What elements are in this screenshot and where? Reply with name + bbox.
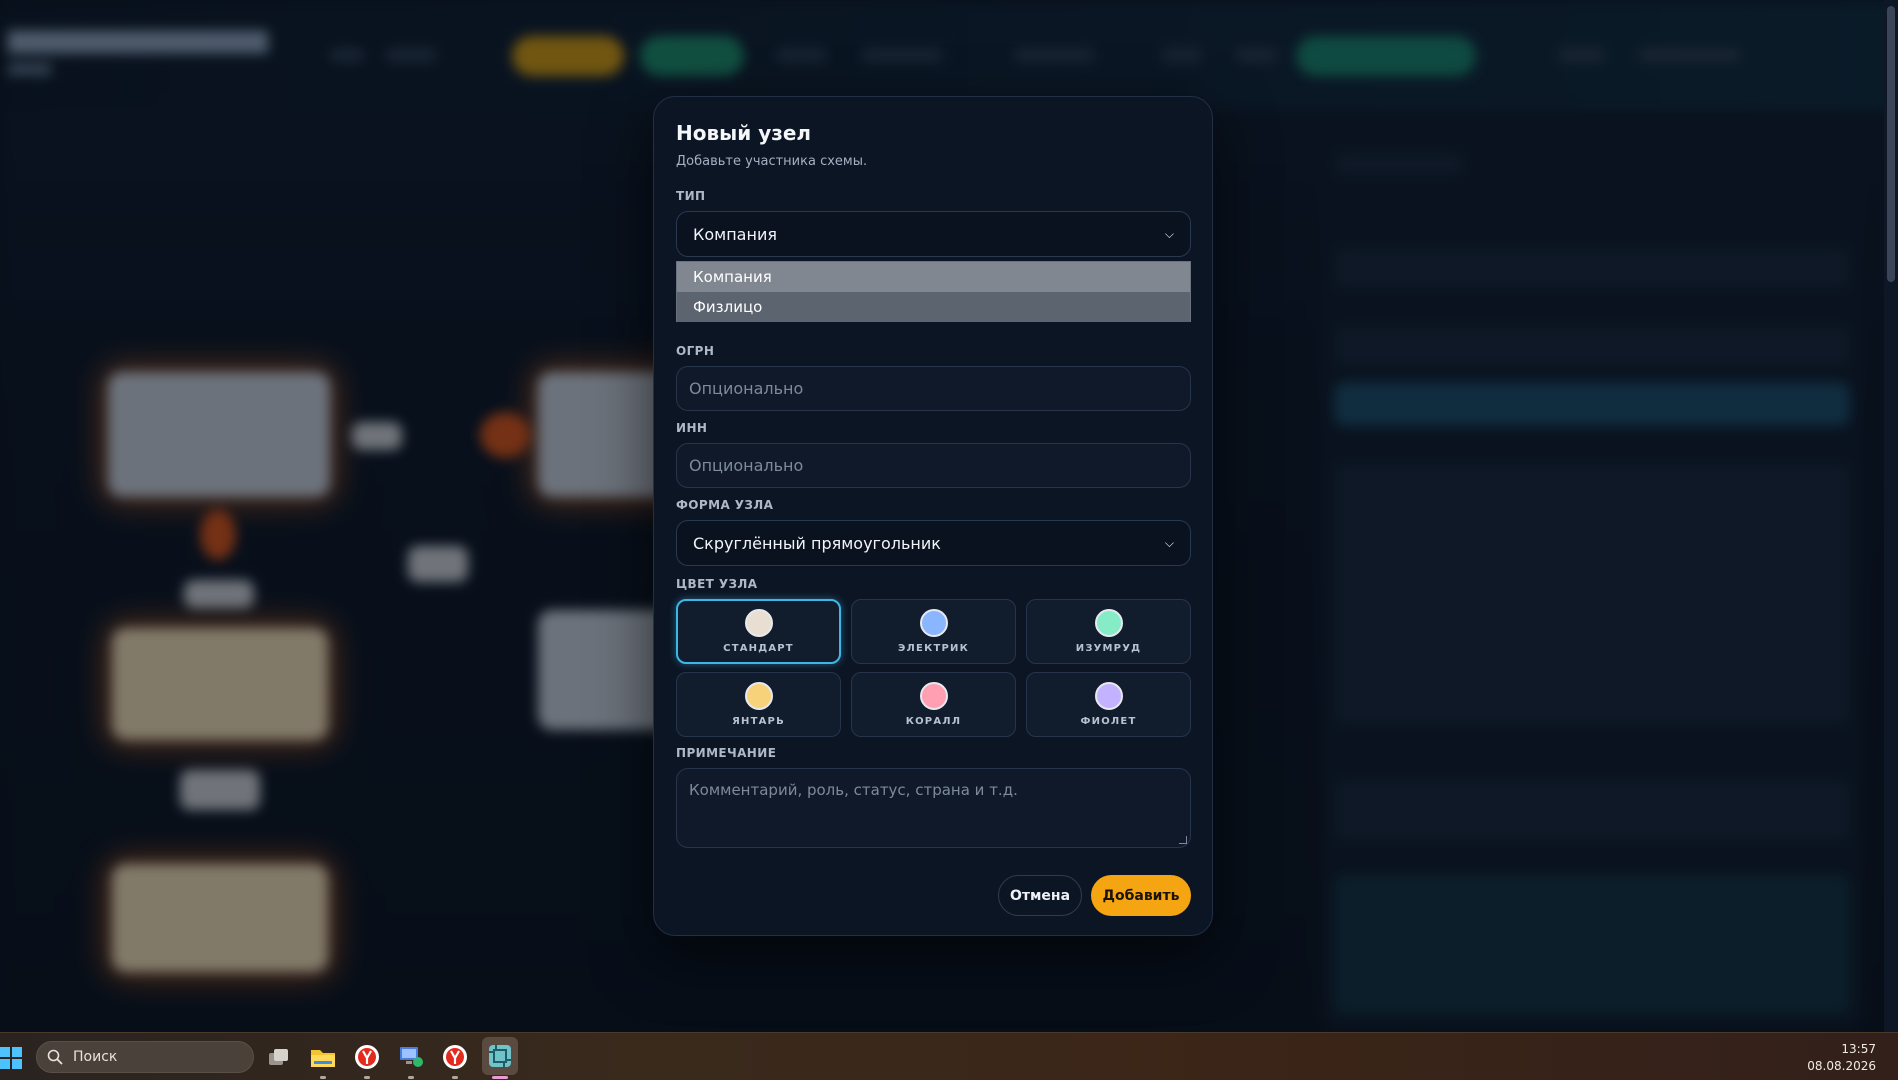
color-dot [919, 682, 948, 710]
inn-label: ИНН [676, 421, 708, 435]
app-running-indicator [320, 1076, 326, 1079]
yandex-browser-icon[interactable] [440, 1042, 470, 1072]
clock-time: 13:57 [1841, 1042, 1876, 1056]
color-option-label: ИЗУМРУД [1075, 643, 1142, 654]
taskbar-search-label: Поиск [73, 1049, 118, 1065]
system-clock[interactable]: 13:57 08.08.2026 [1807, 1041, 1876, 1075]
app-running-indicator [408, 1076, 414, 1079]
type-label: ТИП [676, 189, 706, 203]
color-dot [919, 609, 948, 637]
color-option-standard[interactable]: СТАНДАРТ [676, 599, 841, 664]
active-app-icon[interactable] [482, 1037, 518, 1075]
type-option-person[interactable]: Физлицо [677, 292, 1190, 322]
taskbar: Поиск 13:57 08.08.2026 [0, 1032, 1898, 1080]
ogrn-input[interactable]: Опционально [676, 366, 1191, 411]
app-running-indicator [364, 1076, 370, 1079]
chevron-down-icon: ⌵ [1164, 535, 1174, 550]
shape-label: ФОРМА УЗЛА [676, 498, 774, 512]
shape-select-value: Скруглённый прямоугольник [693, 533, 941, 553]
type-option-company[interactable]: Компания [677, 262, 1190, 292]
color-option-label: ЯНТАРЬ [732, 716, 785, 727]
page-scrollbar[interactable] [1884, 0, 1898, 1032]
color-option-label: ЭЛЕКТРИК [898, 643, 969, 654]
color-option-label: СТАНДАРТ [723, 643, 794, 654]
color-dot [1094, 609, 1123, 637]
taskbar-search[interactable]: Поиск [36, 1041, 254, 1073]
yandex-browser-icon[interactable] [352, 1042, 382, 1072]
note-placeholder: Комментарий, роль, статус, страна и т.д. [689, 781, 1018, 799]
search-icon [47, 1049, 63, 1065]
remote-desktop-icon[interactable] [396, 1042, 426, 1072]
cancel-button[interactable]: Отмена [998, 875, 1082, 916]
resize-handle-icon[interactable] [1179, 836, 1187, 844]
color-option-label: КОРАЛЛ [905, 716, 962, 727]
color-dot [744, 609, 773, 637]
new-node-dialog: Новый узел Добавьте участника схемы. ТИП… [653, 96, 1213, 936]
ogrn-label: ОГРН [676, 344, 715, 358]
file-explorer-icon[interactable] [308, 1042, 338, 1072]
note-label: ПРИМЕЧАНИЕ [676, 746, 777, 760]
color-option-violet[interactable]: ФИОЛЕТ [1026, 672, 1191, 737]
app-active-indicator [492, 1076, 508, 1079]
clock-date: 08.08.2026 [1807, 1059, 1876, 1073]
color-option-electric[interactable]: ЭЛЕКТРИК [851, 599, 1016, 664]
windows-start-icon[interactable] [0, 1047, 22, 1069]
chevron-down-icon: ⌵ [1164, 226, 1174, 241]
color-dot [744, 682, 773, 710]
ogrn-placeholder: Опционально [689, 379, 804, 398]
dialog-title: Новый узел [676, 121, 812, 145]
app-running-indicator [452, 1076, 458, 1079]
dialog-subtitle: Добавьте участника схемы. [676, 154, 868, 169]
shape-select[interactable]: Скруглённый прямоугольник ⌵ [676, 520, 1191, 566]
add-button[interactable]: Добавить [1091, 875, 1191, 916]
color-label: ЦВЕТ УЗЛА [676, 577, 758, 591]
note-textarea[interactable]: Комментарий, роль, статус, страна и т.д. [676, 768, 1191, 848]
color-option-emerald[interactable]: ИЗУМРУД [1026, 599, 1191, 664]
type-select[interactable]: Компания ⌵ [676, 211, 1191, 257]
type-select-value: Компания [693, 224, 777, 244]
type-dropdown-list: Компания Физлицо [676, 261, 1191, 322]
page-scrollbar-thumb[interactable] [1887, 6, 1895, 282]
color-option-label: ФИОЛЕТ [1080, 716, 1137, 727]
color-dot [1094, 682, 1123, 710]
inn-input[interactable]: Опционально [676, 443, 1191, 488]
task-view-icon[interactable] [264, 1042, 294, 1072]
color-option-coral[interactable]: КОРАЛЛ [851, 672, 1016, 737]
color-option-amber[interactable]: ЯНТАРЬ [676, 672, 841, 737]
inn-placeholder: Опционально [689, 456, 804, 475]
